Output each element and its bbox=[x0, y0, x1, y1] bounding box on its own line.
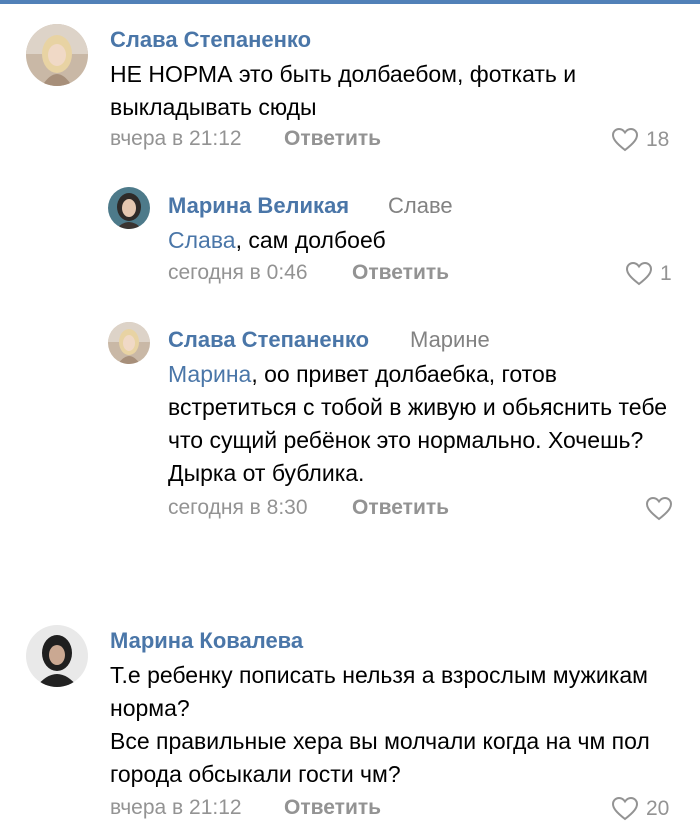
comment-time[interactable]: вчера в 21:12 bbox=[110, 796, 242, 820]
like-count: 1 bbox=[660, 262, 672, 285]
like-count: 20 bbox=[646, 797, 670, 820]
like-button[interactable]: 18 bbox=[612, 125, 669, 155]
heart-icon bbox=[646, 497, 672, 521]
comment-time[interactable]: сегодня в 0:46 bbox=[168, 261, 308, 285]
comment-author[interactable]: Марина Великая bbox=[168, 193, 349, 219]
comment-author[interactable]: Марина Ковалева bbox=[110, 628, 303, 654]
comment-author[interactable]: Слава Степаненко bbox=[168, 327, 369, 353]
comment-time[interactable]: вчера в 21:12 bbox=[110, 127, 242, 151]
avatar[interactable] bbox=[108, 322, 150, 364]
reply-to: Славе bbox=[388, 193, 453, 218]
mention-link[interactable]: Марина bbox=[168, 361, 251, 387]
avatar[interactable] bbox=[26, 24, 88, 86]
comment-text: Марина, оо привет долбаебка, готов встре… bbox=[168, 358, 673, 490]
like-count: 18 bbox=[646, 128, 670, 151]
reply-button[interactable]: Ответить bbox=[352, 261, 449, 285]
avatar-photo-icon bbox=[108, 322, 150, 364]
reply-button[interactable]: Ответить bbox=[284, 796, 381, 820]
reply-button[interactable]: Ответить bbox=[352, 496, 449, 520]
avatar[interactable] bbox=[26, 625, 88, 687]
like-button[interactable] bbox=[646, 494, 680, 524]
reply-button[interactable]: Ответить bbox=[284, 127, 381, 151]
comment-text: Т.е ребенку пописать нельзя а взрослым м… bbox=[110, 662, 650, 787]
mention-link[interactable]: Слава bbox=[168, 227, 236, 253]
heart-icon bbox=[612, 797, 638, 821]
comment-text: НЕ НОРМА это быть долбаебом, фоткать и в… bbox=[110, 61, 577, 120]
heart-icon bbox=[612, 128, 638, 152]
heart-icon bbox=[626, 262, 652, 286]
like-button[interactable]: 1 bbox=[626, 259, 672, 289]
comment-time[interactable]: сегодня в 8:30 bbox=[168, 496, 308, 520]
reply-to: Марине bbox=[410, 327, 490, 352]
avatar-photo-icon bbox=[108, 187, 150, 229]
comment-text: Слава, сам долбоеб bbox=[168, 224, 668, 257]
avatar[interactable] bbox=[108, 187, 150, 229]
comment-author[interactable]: Слава Степаненко bbox=[110, 27, 311, 53]
comment-text-body: , сам долбоеб bbox=[235, 227, 386, 253]
top-accent-bar bbox=[0, 0, 700, 4]
avatar-photo-icon bbox=[26, 24, 88, 86]
like-button[interactable]: 20 bbox=[612, 794, 669, 824]
avatar-photo-icon bbox=[26, 625, 88, 687]
